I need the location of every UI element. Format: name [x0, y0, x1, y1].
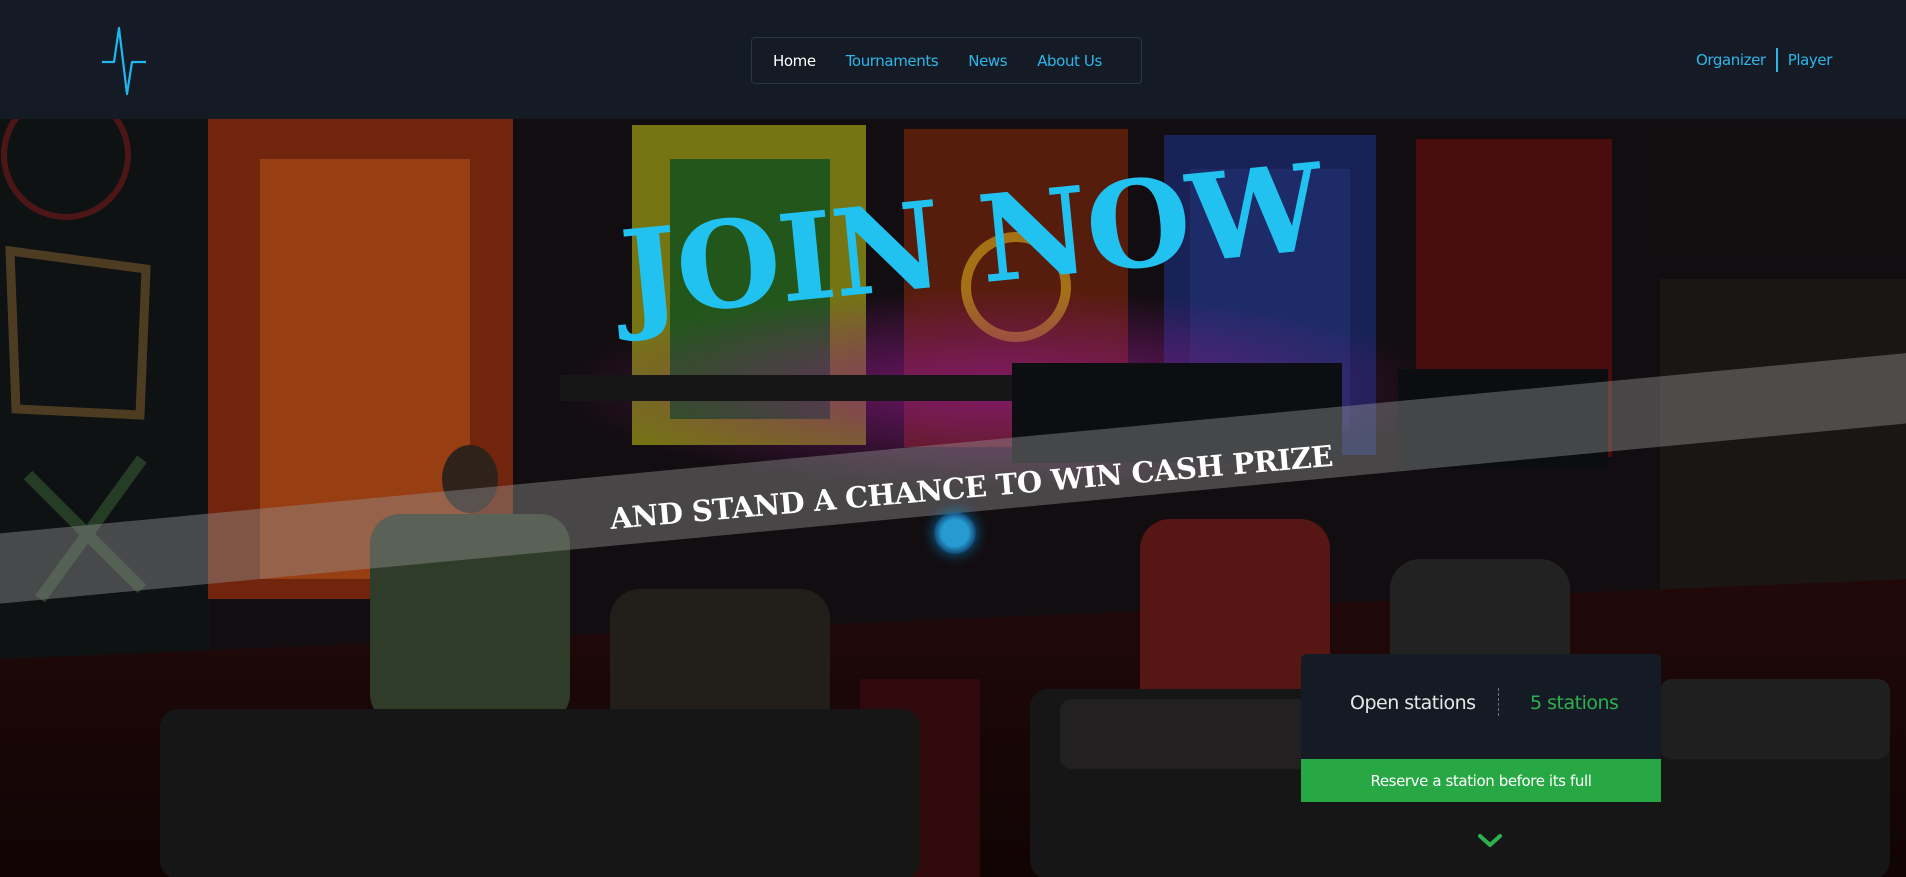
navbar: Home Tournaments News About Us Organizer…	[0, 0, 1906, 119]
player-link[interactable]: Player	[1788, 51, 1833, 69]
nav-link-home[interactable]: Home	[773, 52, 816, 70]
card-divider	[1498, 688, 1499, 716]
main-nav: Home Tournaments News About Us	[751, 37, 1142, 84]
reserve-station-button[interactable]: Reserve a station before its full	[1301, 759, 1661, 802]
auth-divider	[1775, 48, 1778, 72]
heartbeat-pulse-icon[interactable]	[100, 24, 150, 96]
organizer-link[interactable]: Organizer	[1696, 51, 1766, 69]
open-stations-label: Open stations	[1350, 692, 1476, 714]
chevron-down-icon[interactable]	[1476, 831, 1504, 851]
auth-links: Organizer Player	[1696, 47, 1832, 73]
open-stations-count: 5 stations	[1530, 692, 1619, 714]
nav-link-about-us[interactable]: About Us	[1037, 52, 1102, 70]
nav-link-news[interactable]: News	[968, 52, 1007, 70]
nav-link-tournaments[interactable]: Tournaments	[846, 52, 939, 70]
cursor-highlight	[934, 512, 976, 554]
